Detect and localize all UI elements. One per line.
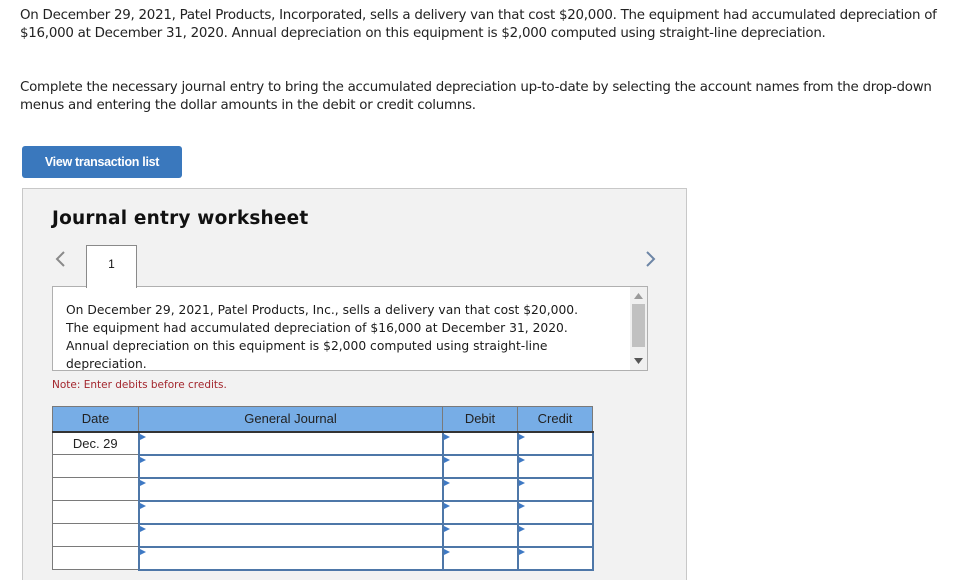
prev-entry-button[interactable] [53, 247, 69, 271]
date-cell [52, 500, 139, 524]
cell-indicator-icon [518, 502, 525, 509]
date-cell [52, 454, 139, 478]
chevron-right-icon [646, 251, 656, 267]
debit-input[interactable] [441, 476, 519, 502]
debit-credit-note: Note: Enter debits before credits. [52, 379, 227, 391]
worksheet-title: Journal entry worksheet [52, 208, 309, 229]
cell-indicator-icon [518, 433, 525, 440]
scroll-up-icon[interactable] [634, 293, 643, 299]
date-cell [52, 523, 139, 547]
credit-input[interactable] [516, 453, 594, 479]
cell-indicator-icon [139, 433, 146, 440]
journal-entry-worksheet-panel: Journal entry worksheet 1 On December 29… [22, 188, 687, 580]
cell-indicator-icon [139, 502, 146, 509]
header-date: Date [52, 406, 139, 433]
transaction-description-box: On December 29, 2021, Patel Products, In… [52, 286, 648, 371]
date-cell: Dec. 29 [52, 431, 139, 455]
cell-indicator-icon [139, 479, 146, 486]
header-credit: Credit [517, 406, 593, 433]
cell-indicator-icon [139, 548, 146, 555]
journal-table: Date General Journal Debit Credit Dec. 2… [52, 406, 594, 571]
problem-statement: On December 29, 2021, Patel Products, In… [20, 8, 937, 41]
scrollbar-thumb[interactable] [632, 304, 645, 347]
cell-indicator-icon [518, 525, 525, 532]
table-row [52, 453, 594, 479]
cell-indicator-icon [443, 433, 450, 440]
date-cell [52, 477, 139, 501]
debit-input[interactable] [441, 430, 519, 456]
tab-entry-1[interactable]: 1 [86, 245, 137, 288]
account-select[interactable] [137, 453, 444, 479]
account-select[interactable] [137, 545, 444, 571]
credit-input[interactable] [516, 522, 594, 548]
table-row: Dec. 29 [52, 430, 594, 456]
table-header-row: Date General Journal Debit Credit [52, 406, 593, 433]
credit-input[interactable] [516, 476, 594, 502]
debit-input[interactable] [441, 453, 519, 479]
table-row [52, 522, 594, 548]
debit-input[interactable] [441, 499, 519, 525]
next-entry-button[interactable] [642, 247, 658, 271]
credit-input[interactable] [516, 430, 594, 456]
header-debit: Debit [442, 406, 518, 433]
account-select[interactable] [137, 430, 444, 456]
cell-indicator-icon [443, 525, 450, 532]
cell-indicator-icon [518, 479, 525, 486]
cell-indicator-icon [443, 456, 450, 463]
cell-indicator-icon [518, 456, 525, 463]
account-select[interactable] [137, 476, 444, 502]
cell-indicator-icon [139, 525, 146, 532]
scroll-down-icon[interactable] [634, 358, 643, 364]
view-transaction-list-button[interactable]: View transaction list [22, 146, 182, 178]
credit-input[interactable] [516, 499, 594, 525]
description-scrollbar[interactable] [630, 287, 647, 370]
instructions: Complete the necessary journal entry to … [20, 80, 932, 113]
debit-input[interactable] [441, 522, 519, 548]
account-select[interactable] [137, 522, 444, 548]
account-select[interactable] [137, 499, 444, 525]
table-row [52, 499, 594, 525]
table-row [52, 545, 594, 571]
cell-indicator-icon [443, 548, 450, 555]
chevron-left-icon [55, 251, 65, 267]
table-row [52, 476, 594, 502]
cell-indicator-icon [139, 456, 146, 463]
cell-indicator-icon [443, 479, 450, 486]
transaction-description: On December 29, 2021, Patel Products, In… [66, 303, 578, 371]
cell-indicator-icon [518, 548, 525, 555]
debit-input[interactable] [441, 545, 519, 571]
header-general-journal: General Journal [138, 406, 443, 433]
cell-indicator-icon [443, 502, 450, 509]
credit-input[interactable] [516, 545, 594, 571]
date-cell [52, 546, 139, 570]
